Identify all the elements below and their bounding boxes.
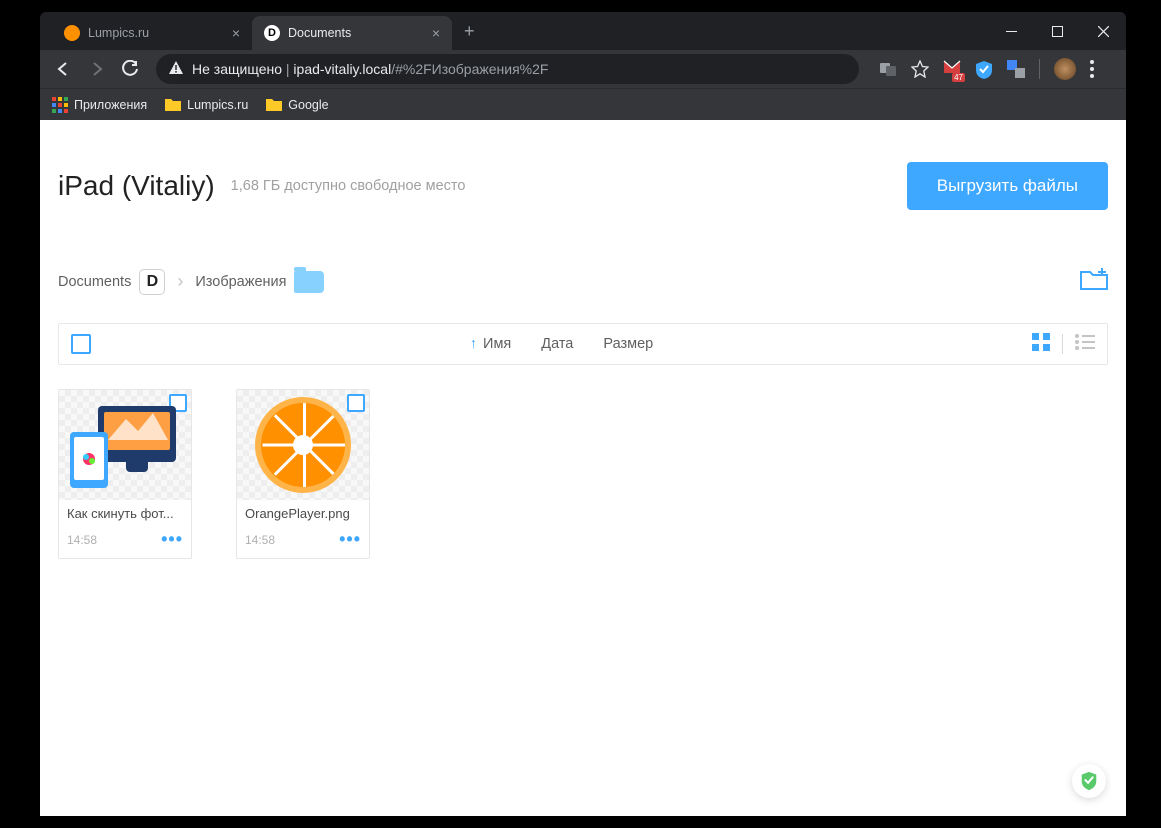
sort-by-size[interactable]: Размер	[603, 336, 653, 352]
page-content: iPad (Vitaliy) 1,68 ГБ доступно свободно…	[40, 120, 1126, 816]
tab-strip: Lumpics.ru × D Documents × +	[40, 12, 988, 50]
bookmark-star-icon[interactable]	[911, 60, 929, 78]
close-button[interactable]	[1080, 12, 1126, 50]
bookmarks-bar: Приложения Lumpics.ru Google	[40, 88, 1126, 120]
new-folder-icon	[1080, 268, 1108, 290]
breadcrumb-current-label: Изображения	[195, 274, 286, 290]
close-icon[interactable]: ×	[232, 25, 240, 41]
folder-icon	[165, 97, 181, 113]
documents-app-icon: D	[139, 269, 165, 295]
file-checkbox[interactable]	[347, 394, 365, 412]
orange-favicon-icon	[64, 25, 80, 41]
upload-button[interactable]: Выгрузить файлы	[907, 162, 1108, 210]
gmail-badge-count: 47	[952, 73, 965, 82]
security-badge[interactable]	[1072, 764, 1106, 798]
file-name: Как скинуть фот...	[67, 506, 183, 521]
nav-toolbar: Не защищено | ipad-vitaliy.local /#%2FИз…	[40, 50, 1126, 88]
screenshot-thumbnail-icon	[70, 400, 180, 490]
minimize-icon	[1006, 31, 1017, 32]
orange-slice-icon	[255, 397, 351, 493]
file-card[interactable]: Как скинуть фот... 14:58 •••	[58, 389, 192, 559]
browser-window: Lumpics.ru × D Documents × + Не защищено…	[40, 12, 1126, 816]
new-tab-button[interactable]: +	[452, 12, 487, 50]
breadcrumb-root-label: Documents	[58, 274, 131, 290]
minimize-button[interactable]	[988, 12, 1034, 50]
not-secure-label: Не защищено	[192, 61, 282, 77]
file-card[interactable]: OrangePlayer.png 14:58 •••	[236, 389, 370, 559]
forward-button[interactable]	[82, 54, 112, 84]
titlebar: Lumpics.ru × D Documents × +	[40, 12, 1126, 50]
chevron-right-icon: ›	[177, 271, 183, 292]
extension-area: 47	[869, 58, 1118, 80]
url-separator: |	[282, 61, 293, 77]
bookmark-label: Lumpics.ru	[187, 98, 248, 112]
tab-lumpics[interactable]: Lumpics.ru ×	[52, 16, 252, 50]
list-icon	[1075, 334, 1095, 350]
grid-view-button[interactable]	[1032, 333, 1050, 356]
file-info: OrangePlayer.png 14:58 •••	[237, 500, 369, 558]
file-grid: Как скинуть фот... 14:58 •••	[40, 365, 1126, 583]
url-host: ipad-vitaliy.local	[293, 61, 391, 77]
list-toolbar: ↑ Имя Дата Размер	[58, 323, 1108, 365]
documents-favicon-icon: D	[264, 25, 280, 41]
new-folder-button[interactable]	[1080, 268, 1108, 295]
page-translate-icon[interactable]	[879, 60, 897, 78]
maximize-button[interactable]	[1034, 12, 1080, 50]
folder-icon	[266, 97, 282, 113]
warning-icon	[168, 60, 184, 79]
adblock-shield-icon[interactable]	[975, 60, 993, 78]
back-button[interactable]	[48, 54, 78, 84]
sort-controls: ↑ Имя Дата Размер	[470, 336, 653, 352]
close-icon[interactable]: ×	[432, 25, 440, 41]
folder-open-icon	[294, 271, 324, 293]
file-thumbnail	[237, 390, 369, 500]
chrome-menu-icon[interactable]	[1090, 60, 1108, 78]
grid-icon	[1032, 333, 1050, 351]
profile-avatar-icon[interactable]	[1054, 58, 1076, 80]
page-header: iPad (Vitaliy) 1,68 ГБ доступно свободно…	[40, 120, 1126, 210]
breadcrumb-current[interactable]: Изображения	[195, 271, 324, 293]
gmail-extension-icon[interactable]: 47	[943, 60, 961, 78]
storage-info: 1,68 ГБ доступно свободное место	[231, 178, 466, 194]
bookmark-lumpics[interactable]: Lumpics.ru	[165, 97, 248, 113]
file-time: 14:58	[67, 533, 97, 547]
google-translate-ext-icon[interactable]	[1007, 60, 1025, 78]
tab-title: Lumpics.ru	[88, 26, 149, 40]
bookmark-label: Приложения	[74, 98, 147, 112]
view-controls	[1032, 333, 1095, 356]
reload-icon	[122, 60, 140, 78]
tab-documents[interactable]: D Documents ×	[252, 16, 452, 50]
shield-check-icon	[1079, 771, 1099, 791]
file-menu-button[interactable]: •••	[161, 529, 183, 550]
sort-by-date[interactable]: Дата	[541, 336, 573, 352]
view-separator	[1062, 334, 1063, 354]
apps-grid-icon	[52, 97, 68, 113]
file-thumbnail	[59, 390, 191, 500]
ext-separator	[1039, 59, 1040, 79]
bookmark-google[interactable]: Google	[266, 97, 328, 113]
arrow-right-icon	[88, 60, 106, 78]
file-menu-button[interactable]: •••	[339, 529, 361, 550]
tab-title: Documents	[288, 26, 351, 40]
reload-button[interactable]	[116, 54, 146, 84]
close-icon	[1098, 26, 1109, 37]
bookmark-apps[interactable]: Приложения	[52, 97, 147, 113]
sort-name-label: Имя	[483, 336, 511, 352]
file-info: Как скинуть фот... 14:58 •••	[59, 500, 191, 558]
arrow-left-icon	[54, 60, 72, 78]
list-view-button[interactable]	[1075, 334, 1095, 355]
window-controls	[988, 12, 1126, 50]
select-all-checkbox[interactable]	[71, 334, 91, 354]
breadcrumb: Documents D › Изображения	[40, 210, 1126, 295]
bookmark-label: Google	[288, 98, 328, 112]
url-path: /#%2FИзображения%2F	[391, 61, 548, 77]
file-time: 14:58	[245, 533, 275, 547]
file-name: OrangePlayer.png	[245, 506, 361, 521]
maximize-icon	[1052, 26, 1063, 37]
breadcrumb-root[interactable]: Documents D	[58, 269, 165, 295]
device-name: iPad (Vitaliy)	[58, 170, 215, 202]
address-bar[interactable]: Не защищено | ipad-vitaliy.local /#%2FИз…	[156, 54, 859, 84]
sort-arrow-up-icon: ↑	[470, 336, 477, 352]
sort-by-name[interactable]: ↑ Имя	[470, 336, 512, 352]
